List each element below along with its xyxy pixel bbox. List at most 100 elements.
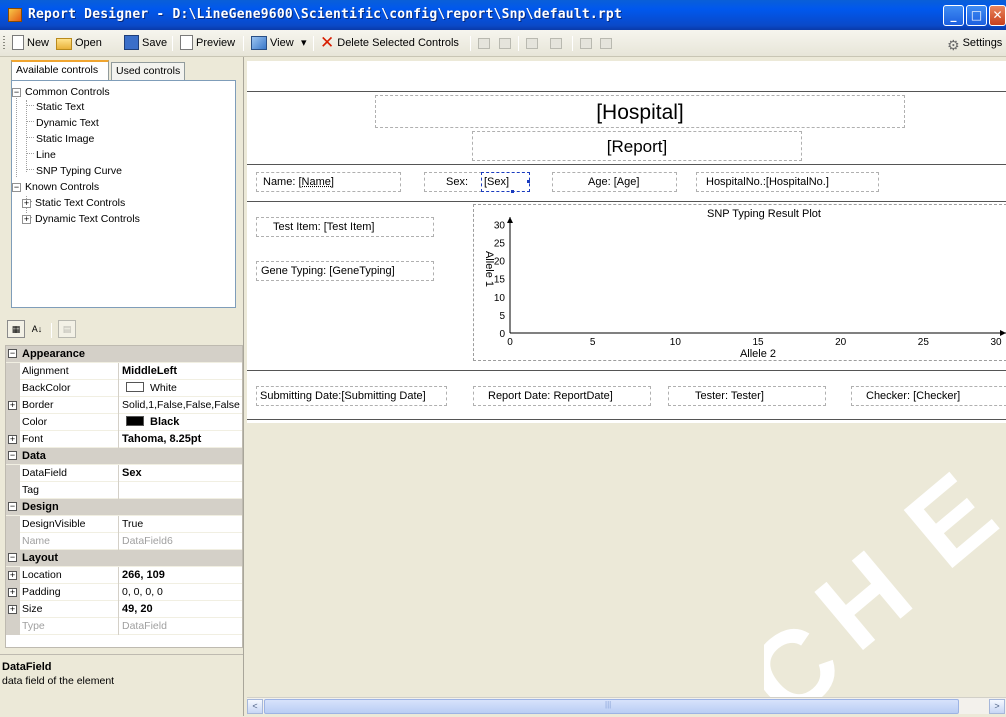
report-field[interactable]: [Report]	[472, 131, 802, 161]
expand-icon[interactable]: +	[22, 215, 31, 224]
name-control[interactable]: Name: [Name]	[256, 172, 401, 192]
property-value-text: Black	[150, 416, 180, 428]
collapse-icon[interactable]: −	[8, 553, 17, 562]
property-value[interactable]: 0, 0, 0, 0	[122, 586, 242, 598]
horizontal-scrollbar[interactable]: < ||| >	[247, 697, 1006, 714]
sex-field-selected[interactable]: [Sex]	[481, 172, 530, 192]
category-layout[interactable]: − Layout	[6, 550, 242, 567]
tree-item-static-text[interactable]: Static Text	[36, 100, 84, 114]
scrollbar-thumb[interactable]: |||	[264, 699, 959, 714]
same-width-icon[interactable]	[580, 38, 592, 49]
gene-typing-control[interactable]: Gene Typing: [GeneTyping]	[256, 261, 434, 281]
property-row-name[interactable]: Name DataField6	[6, 533, 242, 550]
property-row-font[interactable]: + Font Tahoma, 8.25pt	[6, 431, 242, 448]
expand-icon[interactable]: +	[8, 605, 17, 614]
property-row-designvisible[interactable]: DesignVisible True	[6, 516, 242, 533]
property-value[interactable]: Tahoma, 8.25pt	[122, 433, 242, 445]
collapse-icon[interactable]: −	[8, 502, 17, 511]
alphabetical-sort-icon[interactable]: A↓	[28, 320, 46, 338]
collapse-icon[interactable]: −	[8, 349, 17, 358]
collapse-icon[interactable]: −	[12, 88, 21, 97]
property-pages-icon[interactable]: ▤	[58, 320, 76, 338]
property-row-datafield[interactable]: DataField Sex	[6, 465, 242, 482]
category-appearance[interactable]: − Appearance	[6, 346, 242, 363]
open-button[interactable]: Open	[56, 34, 102, 53]
expand-icon[interactable]: +	[8, 588, 17, 597]
tree-node-known-controls[interactable]: − Known Controls	[12, 180, 99, 194]
collapse-icon[interactable]: −	[12, 183, 21, 192]
sex-label[interactable]: Sex:	[424, 172, 482, 192]
property-value[interactable]: DataField	[122, 620, 242, 632]
title-bar[interactable]: Report Designer - D:\LineGene9600\Scient…	[0, 0, 1006, 30]
expand-icon[interactable]: +	[8, 435, 17, 444]
snp-typing-result-plot[interactable]: SNP Typing Result Plot 0 5 10 15 20 25 30 0 5 10…	[473, 204, 1006, 361]
property-value[interactable]: Solid,1,False,False,False	[122, 399, 242, 411]
expand-icon[interactable]: +	[8, 401, 17, 410]
property-row-border[interactable]: + Border Solid,1,False,False,False	[6, 397, 242, 414]
hospital-field[interactable]: [Hospital]	[375, 95, 905, 128]
checker-control[interactable]: Checker: [Checker]	[851, 386, 1006, 406]
property-row-backcolor[interactable]: BackColor White	[6, 380, 242, 397]
test-item-control[interactable]: Test Item: [Test Item]	[256, 217, 434, 237]
report-page[interactable]: [Hospital] [Report] Name: [Name] Sex: [S…	[247, 61, 1006, 423]
view-dropdown-arrow[interactable]: ▾	[301, 34, 307, 53]
tester-label: Tester:	[695, 390, 729, 402]
close-button[interactable]: ✕	[989, 5, 1006, 26]
align-bottom-icon[interactable]	[550, 38, 562, 49]
property-value[interactable]: White	[122, 382, 242, 394]
tab-available-controls[interactable]: Available controls	[11, 60, 109, 80]
minimize-button[interactable]: _	[943, 5, 964, 26]
selection-handle[interactable]	[527, 180, 530, 183]
x-tick-label: 25	[918, 337, 930, 348]
delete-selected-controls-button[interactable]: ✕ Delete Selected Controls	[320, 34, 459, 53]
property-row-location[interactable]: + Location 266, 109	[6, 567, 242, 584]
hospital-no-control[interactable]: HospitalNo.:[HospitalNo.]	[696, 172, 879, 192]
category-design[interactable]: − Design	[6, 499, 242, 516]
property-row-color[interactable]: Color Black	[6, 414, 242, 431]
category-data[interactable]: − Data	[6, 448, 242, 465]
expand-icon[interactable]: +	[22, 199, 31, 208]
tree-item-dynamic-text[interactable]: Dynamic Text	[36, 116, 99, 130]
align-right-icon[interactable]	[499, 38, 511, 49]
same-height-icon[interactable]	[600, 38, 612, 49]
tree-item-static-image[interactable]: Static Image	[36, 132, 94, 146]
property-row-tag[interactable]: Tag	[6, 482, 242, 499]
property-value[interactable]: DataField6	[122, 535, 242, 547]
view-button[interactable]: View	[251, 34, 294, 53]
age-control[interactable]: Age: [Age]	[552, 172, 677, 192]
tester-control[interactable]: Tester: Tester]	[668, 386, 826, 406]
selection-handle[interactable]	[511, 190, 514, 193]
property-value[interactable]: MiddleLeft	[122, 365, 242, 377]
categorized-view-icon[interactable]: ▦	[7, 320, 25, 338]
report-date-control[interactable]: Report Date: ReportDate]	[473, 386, 651, 406]
collapse-icon[interactable]: −	[8, 451, 17, 460]
scroll-right-button[interactable]: >	[989, 699, 1005, 714]
property-row-size[interactable]: + Size 49, 20	[6, 601, 242, 618]
property-row-type[interactable]: Type DataField	[6, 618, 242, 635]
new-button[interactable]: New	[12, 34, 49, 53]
tree-node-common-controls[interactable]: − Common Controls	[12, 85, 110, 99]
tab-used-controls[interactable]: Used controls	[111, 62, 185, 80]
scroll-left-button[interactable]: <	[247, 699, 263, 714]
toolbar-grip[interactable]	[3, 36, 5, 51]
tree-node-static-text-controls[interactable]: + Static Text Controls	[22, 196, 125, 210]
submitting-date-control[interactable]: Submitting Date:[Submitting Date]	[256, 386, 447, 406]
tree-item-snp-typing-curve[interactable]: SNP Typing Curve	[36, 164, 122, 178]
tree-item-line[interactable]: Line	[36, 148, 56, 162]
preview-button[interactable]: Preview	[180, 34, 235, 53]
align-left-icon[interactable]	[478, 38, 490, 49]
property-value[interactable]: 49, 20	[122, 603, 242, 615]
property-value[interactable]: Black	[122, 416, 242, 428]
save-button[interactable]: Save	[124, 34, 167, 53]
property-value[interactable]: True	[122, 518, 242, 530]
property-row-alignment[interactable]: Alignment MiddleLeft	[6, 363, 242, 380]
property-row-padding[interactable]: + Padding 0, 0, 0, 0	[6, 584, 242, 601]
property-value[interactable]: Sex	[122, 467, 242, 479]
report-canvas-area[interactable]: [Hospital] [Report] Name: [Name] Sex: [S…	[243, 57, 1006, 717]
expand-icon[interactable]: +	[8, 571, 17, 580]
tree-node-dynamic-text-controls[interactable]: + Dynamic Text Controls	[22, 212, 140, 226]
align-top-icon[interactable]	[526, 38, 538, 49]
property-value[interactable]: 266, 109	[122, 569, 242, 581]
settings-button[interactable]: ⚙ Settings	[947, 34, 1002, 53]
maximize-button[interactable]: □	[966, 5, 987, 26]
